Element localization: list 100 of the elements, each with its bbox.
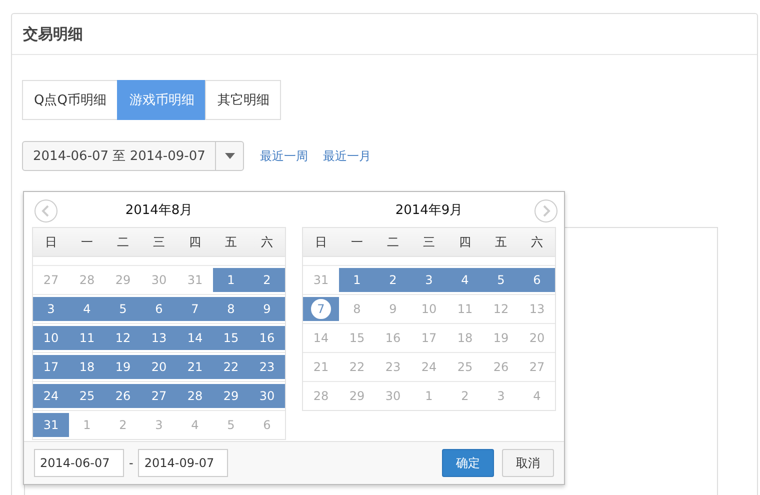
day-cell[interactable]: 26 (105, 384, 141, 408)
day-cell[interactable]: 29 (213, 384, 249, 408)
weekday-label: 一 (80, 234, 94, 251)
day-cell[interactable]: 10 (33, 326, 69, 350)
day-cell[interactable]: 2 (447, 384, 483, 408)
quick-range-link[interactable]: 最近一月 (323, 148, 371, 164)
day-cell[interactable]: 7 (177, 297, 213, 321)
day-cell[interactable]: 1 (411, 384, 447, 408)
day-cell[interactable]: 22 (213, 355, 249, 379)
day-cell[interactable]: 6 (249, 413, 285, 437)
day-cell[interactable]: 28 (303, 384, 339, 408)
weekday-label: 一 (350, 234, 364, 251)
day-cell[interactable]: 1 (213, 268, 249, 292)
day-cell[interactable]: 2 (375, 268, 411, 292)
day-cell[interactable]: 1 (69, 413, 105, 437)
day-cell[interactable]: 14 (303, 326, 339, 350)
day-cell[interactable]: 27 (33, 268, 69, 292)
day-cell[interactable]: 4 (177, 413, 213, 437)
day-cell[interactable]: 22 (339, 355, 375, 379)
day-cell[interactable]: 11 (447, 297, 483, 321)
day-cell[interactable]: 17 (411, 326, 447, 350)
day-cell[interactable]: 24 (411, 355, 447, 379)
day-cell[interactable]: 5 (213, 413, 249, 437)
day-cell[interactable]: 23 (375, 355, 411, 379)
previous-month-icon[interactable] (34, 199, 58, 223)
day-cell[interactable]: 25 (447, 355, 483, 379)
day-cell[interactable]: 30 (141, 268, 177, 292)
day-cell[interactable]: 13 (141, 326, 177, 350)
day-cell[interactable]: 15 (213, 326, 249, 350)
day-cell[interactable]: 5 (483, 268, 519, 292)
date-range-dropdown[interactable]: 2014-06-07 至 2014-09-07 (22, 141, 244, 171)
day-cell[interactable]: 27 (141, 384, 177, 408)
tab[interactable]: Q点Q币明细 (22, 80, 118, 120)
day-cell[interactable]: 8 (339, 297, 375, 321)
day-cell[interactable]: 16 (375, 326, 411, 350)
day-cell[interactable]: 9 (375, 297, 411, 321)
day-cell[interactable]: 31 (177, 268, 213, 292)
day-cell[interactable]: 30 (249, 384, 285, 408)
day-cell[interactable]: 2 (105, 413, 141, 437)
day-cell[interactable]: 29 (339, 384, 375, 408)
day-cell[interactable]: 6 (141, 297, 177, 321)
day-cell[interactable]: 9 (249, 297, 285, 321)
day-cell[interactable]: 16 (249, 326, 285, 350)
day-cell[interactable]: 12 (105, 326, 141, 350)
day-cell[interactable]: 19 (483, 326, 519, 350)
day-cell[interactable]: 2 (249, 268, 285, 292)
day-cell[interactable]: 18 (69, 355, 105, 379)
start-date-field[interactable]: 2014-06-07 (34, 449, 124, 477)
day-cell[interactable]: 17 (33, 355, 69, 379)
day-cell[interactable]: 4 (69, 297, 105, 321)
day-cell[interactable]: 13 (519, 297, 555, 321)
day-cell[interactable]: 29 (105, 268, 141, 292)
day-cell[interactable]: 3 (411, 268, 447, 292)
day-cell[interactable]: 21 (303, 355, 339, 379)
weekday-label: 二 (116, 234, 130, 251)
day-cell[interactable]: 20 (519, 326, 555, 350)
day-cell[interactable]: 3 (141, 413, 177, 437)
tab[interactable]: 游戏币明细 (117, 80, 206, 120)
day-cell[interactable]: 21 (177, 355, 213, 379)
next-month-icon[interactable] (534, 199, 558, 223)
weekday-label: 日 (44, 234, 58, 251)
day-cell[interactable]: 14 (177, 326, 213, 350)
day-cell[interactable]: 1 (339, 268, 375, 292)
day-cell[interactable]: 27 (519, 355, 555, 379)
panel-title: 交易明细 (23, 24, 83, 44)
day-cell[interactable]: 11 (69, 326, 105, 350)
day-cell[interactable]: 4 (447, 268, 483, 292)
day-cell[interactable]: 3 (33, 297, 69, 321)
cancel-button[interactable]: 取消 (502, 449, 554, 477)
day-cell[interactable]: 8 (213, 297, 249, 321)
day-cell[interactable]: 3 (483, 384, 519, 408)
day-cell[interactable]: 31 (303, 268, 339, 292)
date-separator: - (129, 456, 134, 470)
day-cell[interactable]: 24 (33, 384, 69, 408)
day-cell[interactable]: 18 (447, 326, 483, 350)
quick-range-link[interactable]: 最近一周 (260, 148, 308, 164)
tab[interactable]: 其它明细 (205, 80, 282, 120)
day-cell[interactable]: 28 (177, 384, 213, 408)
day-cell[interactable]: 28 (69, 268, 105, 292)
weekday-label: 六 (260, 234, 274, 251)
day-cell[interactable]: 20 (141, 355, 177, 379)
day-cell[interactable]: 5 (105, 297, 141, 321)
weekday-label: 五 (494, 234, 508, 251)
weekday-label: 三 (422, 234, 436, 251)
confirm-button[interactable]: 确定 (442, 449, 494, 477)
day-cell[interactable]: 19 (105, 355, 141, 379)
day-cell[interactable]: 10 (411, 297, 447, 321)
day-cell[interactable]: 26 (483, 355, 519, 379)
day-cell[interactable]: 4 (519, 384, 555, 408)
day-cell[interactable]: 12 (483, 297, 519, 321)
end-date-field[interactable]: 2014-09-07 (138, 449, 228, 477)
day-cell[interactable]: 30 (375, 384, 411, 408)
day-cell[interactable]: 15 (339, 326, 375, 350)
weekday-label: 四 (188, 234, 202, 251)
range-end-day[interactable]: 7 (303, 297, 339, 321)
weekday-label: 二 (386, 234, 400, 251)
day-cell[interactable]: 23 (249, 355, 285, 379)
day-cell[interactable]: 6 (519, 268, 555, 292)
day-cell[interactable]: 31 (33, 413, 69, 437)
day-cell[interactable]: 25 (69, 384, 105, 408)
